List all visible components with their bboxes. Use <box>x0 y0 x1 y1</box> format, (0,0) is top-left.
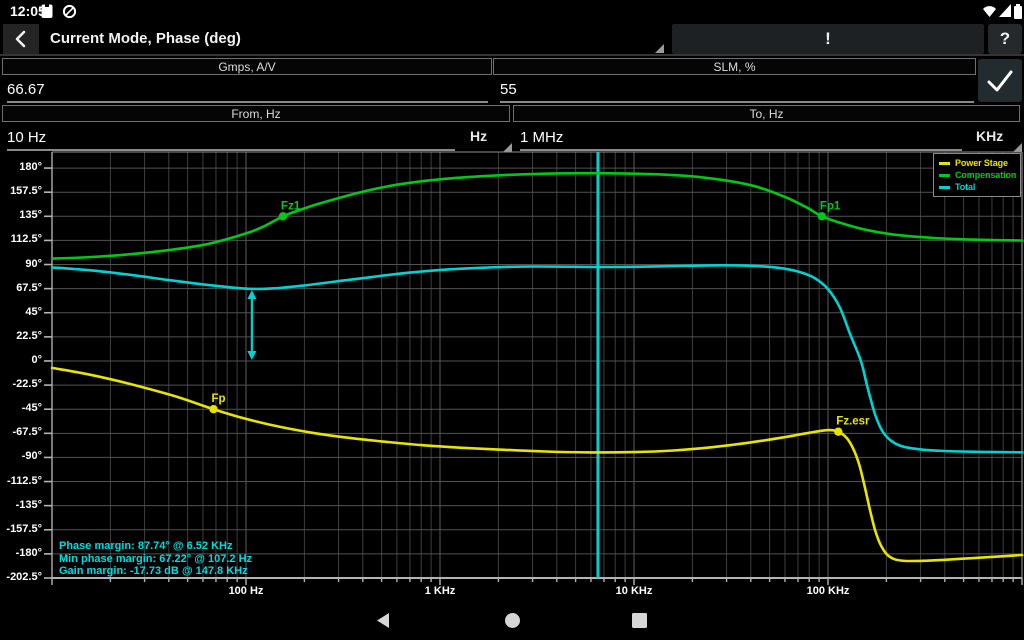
data-saver-icon <box>62 4 77 19</box>
curve-markers: Fz1 Fp1 Fp Fz.esr <box>209 200 870 436</box>
y-tick-label: -112.5° <box>2 475 42 487</box>
y-tick-label: -22.5° <box>2 378 42 390</box>
dropdown-triangle-icon <box>503 143 512 152</box>
y-tick-label: -90° <box>2 450 42 462</box>
to-field-label: To, Hz <box>513 105 1020 122</box>
slm-field-label: SLM, % <box>493 58 976 75</box>
to-input[interactable] <box>520 127 962 151</box>
min-phase-arrow <box>247 290 256 360</box>
phase-margin-text: Phase margin: 87.74° @ 6.52 KHz <box>59 540 252 553</box>
cell-signal-icon <box>999 4 1012 18</box>
marker-label: Fz.esr <box>836 416 870 428</box>
power-stage-swatch <box>939 162 950 165</box>
marker-Fz1[interactable] <box>279 212 287 220</box>
legend-label: Power Stage <box>955 158 1008 168</box>
y-tick-label: 22.5° <box>2 330 42 342</box>
toolbar: Current Mode, Phase (deg) ! ? <box>0 22 1024 56</box>
help-button[interactable]: ? <box>988 24 1022 54</box>
x-tick-label: 10 KHz <box>594 585 674 597</box>
dropdown-triangle-icon <box>655 44 664 53</box>
alert-button[interactable]: ! <box>672 24 984 54</box>
x-tick-label: 100 KHz <box>788 585 868 597</box>
apply-button[interactable] <box>978 59 1022 102</box>
x-tick-label: 100 Hz <box>206 585 286 597</box>
legend-item-total: Total <box>939 181 1017 193</box>
from-field-label: From, Hz <box>2 105 510 122</box>
gmps-field-label: Gmps, A/V <box>2 58 492 75</box>
slm-input[interactable] <box>500 79 974 103</box>
screenshot-icon <box>40 4 54 19</box>
y-tick-label: -180° <box>2 547 42 559</box>
y-tick-label: -67.5° <box>2 426 42 438</box>
y-tick-label: 0° <box>2 354 42 366</box>
back-chevron-icon <box>12 28 30 50</box>
marker-Fp[interactable] <box>209 405 217 413</box>
chart-mode-spinner[interactable]: Current Mode, Phase (deg) <box>42 24 668 54</box>
curve-total <box>52 265 1022 452</box>
legend-label: Total <box>955 182 975 192</box>
back-nav-icon[interactable] <box>375 612 391 629</box>
y-tick-label: 135° <box>2 209 42 221</box>
margin-annotations: Phase margin: 87.74° @ 6.52 KHz Min phas… <box>59 540 252 578</box>
from-unit-spinner[interactable]: Hz <box>458 126 512 150</box>
grid <box>52 152 1022 578</box>
curve-power-stage <box>52 368 1022 561</box>
wifi-icon <box>982 4 997 18</box>
total-swatch <box>939 186 950 189</box>
recents-nav-icon[interactable] <box>631 612 648 629</box>
y-tick-label: 180° <box>2 161 42 173</box>
battery-icon <box>1013 4 1023 19</box>
y-tick-label: -45° <box>2 402 42 414</box>
plot-border <box>52 152 1022 578</box>
marker-label: Fz1 <box>281 200 301 212</box>
to-unit-label: KHz <box>976 128 1003 144</box>
gain-margin-text: Gain margin: -17.73 dB @ 147.8 KHz <box>59 565 252 578</box>
to-unit-spinner[interactable]: KHz <box>968 126 1022 150</box>
marker-Fp1[interactable] <box>818 212 826 220</box>
compensation-swatch <box>939 174 950 177</box>
curve-compensation <box>52 173 1022 258</box>
dropdown-triangle-icon <box>1013 143 1022 152</box>
min-phase-margin-text: Min phase margin: 67.22° @ 107.2 Hz <box>59 553 252 566</box>
android-nav-bar <box>0 604 1024 640</box>
from-unit-label: Hz <box>470 128 487 144</box>
status-bar: 12:05 <box>0 0 1024 22</box>
marker-label: Fp <box>212 393 226 405</box>
y-tick-label: 112.5° <box>2 233 42 245</box>
checkmark-icon <box>985 68 1015 94</box>
y-tick-label: 157.5° <box>2 185 42 197</box>
y-tick-label: 45° <box>2 306 42 318</box>
back-button[interactable] <box>3 24 39 54</box>
gmps-input[interactable] <box>7 79 488 103</box>
y-tick-label: -157.5° <box>2 523 42 535</box>
y-tick-label: 90° <box>2 258 42 270</box>
from-input[interactable] <box>7 127 455 151</box>
marker-label: Fp1 <box>820 200 841 212</box>
y-tick-label: -135° <box>2 499 42 511</box>
y-tick-label: 67.5° <box>2 282 42 294</box>
axis-ticks <box>44 168 1022 585</box>
marker-Fz.esr[interactable] <box>834 428 842 436</box>
chart-legend: Power Stage Compensation Total <box>933 153 1021 197</box>
home-nav-icon[interactable] <box>504 612 521 629</box>
legend-label: Compensation <box>955 170 1016 180</box>
legend-item-compensation: Compensation <box>939 169 1017 181</box>
page-title: Current Mode, Phase (deg) <box>50 30 241 47</box>
x-tick-label: 1 KHz <box>400 585 480 597</box>
y-tick-label: -202.5° <box>2 571 42 583</box>
legend-item-power-stage: Power Stage <box>939 157 1017 169</box>
series-curves <box>52 173 1022 561</box>
